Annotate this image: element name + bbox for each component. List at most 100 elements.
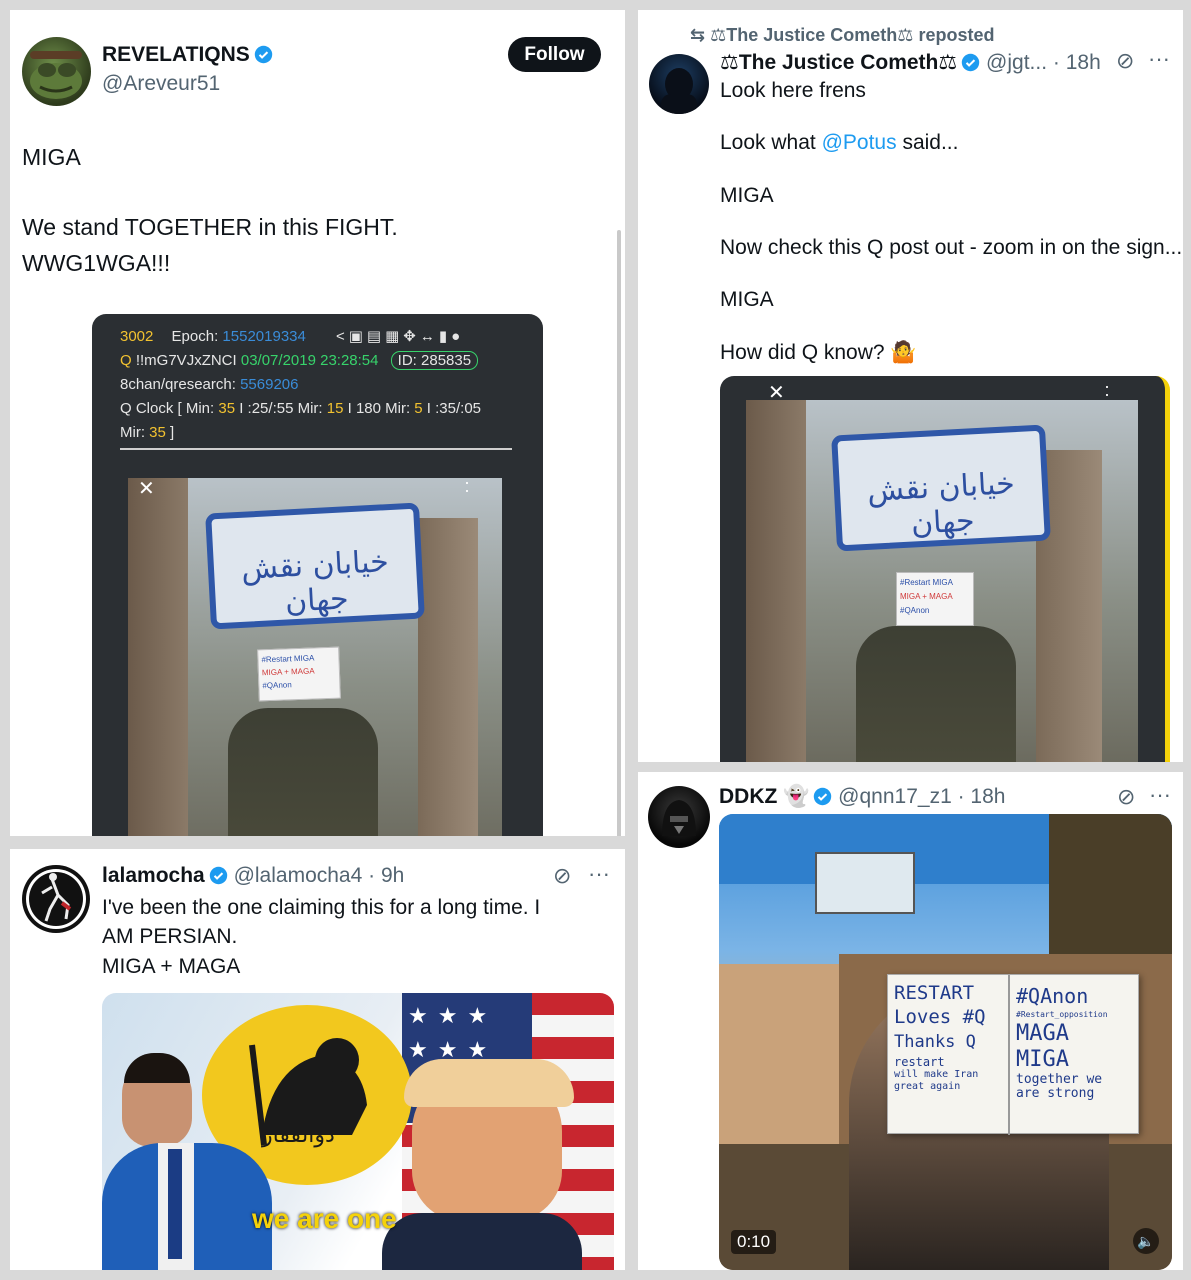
- scales-icon: ⚖: [897, 25, 914, 45]
- mute-icon[interactable]: 🔈: [1133, 1228, 1159, 1254]
- sign-line: great again: [894, 1081, 961, 1092]
- street-photo[interactable]: خیابان نقش جهان #Restart MIGA MIGA + MAG…: [746, 400, 1138, 762]
- q-clock-text: I :35/:05: [422, 400, 482, 417]
- street-sign-text: خیابان نقش جهان: [240, 544, 390, 620]
- dancer-avatar-icon: [26, 869, 86, 929]
- sign-line: will make Iran: [894, 1069, 979, 1080]
- display-name[interactable]: The Justice Cometh: [739, 51, 939, 74]
- more-icon[interactable]: ···: [1148, 46, 1170, 72]
- shrug-emoji-icon: 🤷: [890, 341, 917, 364]
- avatar[interactable]: [649, 54, 709, 114]
- scales-icon: ⚖: [938, 51, 958, 74]
- post-text-line: How did Q know? 🤷: [720, 338, 917, 367]
- q-clock-value: 35: [218, 400, 236, 417]
- handle-time[interactable]: @qnn17_z1 · 18h: [838, 785, 1005, 808]
- post-text: Look what: [720, 131, 822, 154]
- building-sign: [815, 852, 915, 914]
- post-text-line: Look here frens: [720, 79, 866, 102]
- post-text-line: MIGA: [720, 288, 774, 311]
- q-clock-value: 15: [326, 400, 344, 417]
- follow-button[interactable]: Follow: [508, 37, 601, 72]
- q-clock-text: I :25/:55 Mir:: [235, 400, 327, 417]
- street-sign-text: خیابان نقش جهان: [866, 466, 1016, 542]
- more-icon[interactable]: ···: [1149, 782, 1171, 808]
- scrollbar[interactable]: [617, 230, 621, 836]
- display-name[interactable]: DDKZ: [719, 785, 777, 808]
- q-clock-value: 35: [149, 424, 166, 441]
- q-clock-line: Mir: 35 ]: [120, 424, 174, 441]
- board-post-number: 5569206: [240, 376, 299, 393]
- post-text-line: We stand TOGETHER in this FIGHT.: [22, 214, 398, 240]
- post-image[interactable]: ★★★★★★★★★ ذوالفقار we are one: [102, 993, 614, 1270]
- post-text-line: Look what @Potus said...: [720, 128, 958, 157]
- post-datetime: 03/07/2019 23:28:54: [240, 352, 379, 369]
- handle-time[interactable]: @jgt... · 18h: [986, 51, 1101, 74]
- post-image-qpost[interactable]: 3002 Epoch: 1552019334 <▣▤▦✥↔▮● Q !!mG7V…: [92, 314, 543, 836]
- held-sign-line: #QAnon: [262, 680, 292, 691]
- sign-fold: [1008, 975, 1010, 1135]
- post-justice-cometh: ⇆ ⚖The Justice Cometh⚖ reposted ⚖The Jus…: [638, 10, 1183, 762]
- hooded-figure-icon: [661, 68, 697, 114]
- repost-header[interactable]: ⇆ ⚖The Justice Cometh⚖ reposted: [690, 21, 994, 50]
- post-image[interactable]: خیابان نقش جهان #Restart MIGA MIGA + MAG…: [720, 376, 1170, 762]
- sign-line: #Restart_opposition: [1016, 1010, 1108, 1019]
- scales-icon: ⚖: [710, 25, 727, 45]
- close-icon[interactable]: ✕: [138, 478, 155, 501]
- epoch-value: 1552019334: [222, 328, 306, 345]
- video-player[interactable]: RESTART Loves #Q Thanks Q restart will m…: [719, 814, 1172, 1270]
- ghost-emoji-icon: 👻: [783, 785, 810, 808]
- post-text-line: Now check this Q post out - zoom in on t…: [720, 236, 1183, 259]
- q-clock-text: ]: [165, 424, 175, 441]
- handle[interactable]: @Areveur51: [102, 69, 220, 98]
- qpost-toolbar-icons[interactable]: <▣▤▦✥↔▮●: [336, 327, 464, 345]
- post-text-line: WWG1WGA!!!: [22, 250, 171, 276]
- sign-line: #QAnon: [1016, 984, 1089, 1008]
- handle-time[interactable]: @lalamocha4 · 9h: [234, 864, 405, 887]
- divider: [120, 448, 512, 450]
- sign-line: MAGA: [1016, 1021, 1069, 1046]
- post-text: said...: [896, 131, 959, 154]
- repost-icon: ⇆: [690, 25, 706, 45]
- person-figure: [856, 626, 1016, 762]
- held-sign: #Restart MIGA MIGA + MAGA #QAnon: [896, 572, 974, 626]
- tie: [168, 1149, 182, 1259]
- post-lalamocha: lalamocha @lalamocha4 · 9h ⊘ ··· I've be…: [10, 849, 625, 1270]
- avatar[interactable]: [22, 865, 90, 933]
- sign-line: Loves #Q: [894, 1006, 986, 1028]
- tree-trunk: [128, 478, 188, 836]
- mention-link[interactable]: @Potus: [822, 131, 897, 154]
- display-name[interactable]: lalamocha: [102, 864, 205, 887]
- close-icon[interactable]: ✕: [768, 380, 785, 405]
- street-photo[interactable]: خیابان نقش جهان #Restart MIGA MIGA + MAG…: [128, 478, 502, 836]
- grok-icon[interactable]: ⊘: [1116, 48, 1134, 74]
- post-text-line: MIGA + MAGA: [102, 955, 241, 978]
- grok-icon[interactable]: ⊘: [1117, 784, 1135, 810]
- sign-line: restart: [894, 1055, 945, 1069]
- reposter-name[interactable]: The Justice Cometh: [726, 25, 897, 45]
- sign-line: RESTART: [894, 982, 975, 1004]
- hair: [124, 1053, 190, 1083]
- board-label: 8chan/qresearch:: [120, 376, 236, 393]
- post-text-line: MIGA: [22, 144, 81, 170]
- scales-icon: ⚖: [720, 51, 739, 74]
- display-name[interactable]: REVELATIQNS: [102, 43, 250, 66]
- avatar[interactable]: [648, 786, 710, 848]
- flag-script: ذوالفقار: [262, 1123, 335, 1148]
- verified-badge-icon: [961, 53, 980, 72]
- more-vertical-icon[interactable]: · ·: [1104, 377, 1110, 403]
- repost-suffix: reposted: [918, 25, 995, 45]
- post-text-line: AM PERSIAN.: [102, 925, 238, 948]
- more-vertical-icon[interactable]: · ·: [464, 478, 470, 499]
- street-sign: خیابان نقش جهان: [205, 502, 425, 630]
- verified-badge-icon: [814, 787, 832, 806]
- sign-right-column: #QAnon #Restart_opposition MAGA MIGA tog…: [1016, 983, 1136, 1101]
- avatar[interactable]: [22, 37, 91, 106]
- video-timestamp: 0:10: [731, 1230, 777, 1254]
- post-ddkz: DDKZ 👻 @qnn17_z1 · 18h ⊘ ··· RESTART Lov…: [638, 772, 1183, 1270]
- sign-line: are strong: [1016, 1086, 1095, 1101]
- more-icon[interactable]: ···: [588, 861, 610, 887]
- q-clock-line: Q Clock [ Min: 35 I :25/:55 Mir: 15 I 18…: [120, 400, 481, 417]
- grok-icon[interactable]: ⊘: [553, 863, 571, 889]
- person-figure: [228, 708, 378, 836]
- post-revelatiqns: REVELATIQNS @Areveur51 Follow MIGA We st…: [10, 10, 625, 836]
